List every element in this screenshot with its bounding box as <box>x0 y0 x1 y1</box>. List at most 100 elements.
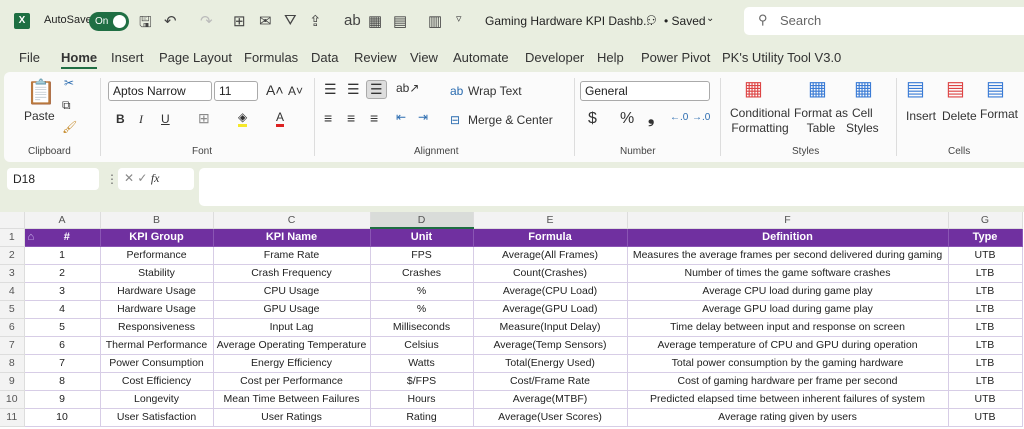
cell[interactable]: Watts <box>370 354 474 373</box>
cell[interactable]: Hardware Usage <box>100 300 214 319</box>
cell[interactable]: 8 <box>24 372 101 391</box>
select-all-corner[interactable] <box>0 212 25 229</box>
cell[interactable]: Performance <box>100 246 214 265</box>
cell[interactable]: Input Lag <box>213 318 371 337</box>
cell[interactable]: Power Consumption <box>100 354 214 373</box>
format-button[interactable]: Format <box>980 107 1018 121</box>
cell[interactable]: Energy Efficiency <box>213 354 371 373</box>
chevron-down-icon[interactable]: ⌄ <box>706 13 714 24</box>
cell[interactable]: LTB <box>948 318 1023 337</box>
format-as-table-button[interactable]: Format as Table <box>794 106 848 136</box>
delete-button[interactable]: Delete <box>942 109 977 123</box>
cell[interactable]: LTB <box>948 372 1023 391</box>
fill-color-icon[interactable]: ◈ <box>238 110 248 127</box>
number-format-dropdown[interactable]: General <box>580 81 710 101</box>
column-header-e[interactable]: E <box>473 212 628 229</box>
row-header[interactable]: 10 <box>0 390 25 409</box>
header-cell-unit[interactable]: Unit <box>370 228 474 247</box>
cell[interactable]: Average(MTBF) <box>473 390 628 409</box>
font-size-dropdown[interactable]: 11 <box>214 81 258 101</box>
cell[interactable]: Count(Crashes) <box>473 264 628 283</box>
cell[interactable]: FPS <box>370 246 474 265</box>
cell[interactable]: UTB <box>948 390 1023 409</box>
tab-formulas[interactable]: Formulas <box>244 50 298 65</box>
cell[interactable]: % <box>370 300 474 319</box>
calc-icon[interactable]: ▥ <box>428 12 442 30</box>
cell[interactable]: Hardware Usage <box>100 282 214 301</box>
cell-styles-button[interactable]: Cell Styles <box>846 106 879 136</box>
cell[interactable]: Responsiveness <box>100 318 214 337</box>
conditional-formatting-button[interactable]: Conditional Formatting <box>730 106 790 136</box>
cell[interactable]: 4 <box>24 300 101 319</box>
cell[interactable]: Average temperature of CPU and GPU durin… <box>627 336 949 355</box>
row-header[interactable]: 3 <box>0 264 25 283</box>
tab-home[interactable]: Home <box>61 50 98 69</box>
redo-icon[interactable]: ↷ <box>200 12 213 30</box>
autosave-toggle[interactable]: On <box>89 12 129 31</box>
cell[interactable]: Rating <box>370 408 474 427</box>
row-header[interactable]: 9 <box>0 372 25 391</box>
cell[interactable]: Celsius <box>370 336 474 355</box>
borders-icon[interactable]: ⊞ <box>198 110 210 127</box>
cell[interactable]: Average CPU load during game play <box>627 282 949 301</box>
column-header-d[interactable]: D <box>370 212 474 229</box>
italic-button[interactable]: I <box>139 112 143 127</box>
cell[interactable]: Total power consumption by the gaming ha… <box>627 354 949 373</box>
cell[interactable]: CPU Usage <box>213 282 371 301</box>
cancel-icon[interactable]: ✕ <box>124 171 134 185</box>
filter-icon[interactable]: ⛛ <box>284 12 297 29</box>
underline-button[interactable]: U <box>161 112 170 126</box>
search-input[interactable]: ⚲ Search <box>744 7 1024 35</box>
cell[interactable]: Milliseconds <box>370 318 474 337</box>
row-header[interactable]: 7 <box>0 336 25 355</box>
column-header-b[interactable]: B <box>100 212 214 229</box>
cell[interactable]: Average(Temp Sensors) <box>473 336 628 355</box>
tab-review[interactable]: Review <box>354 50 397 65</box>
cut-icon[interactable]: ✂ <box>64 76 74 90</box>
increase-indent-icon[interactable]: ⇥ <box>418 110 428 124</box>
cell[interactable]: Average(CPU Load) <box>473 282 628 301</box>
cell[interactable]: Mean Time Between Failures <box>213 390 371 409</box>
cell[interactable]: LTB <box>948 354 1023 373</box>
cell[interactable]: GPU Usage <box>213 300 371 319</box>
insert-button[interactable]: Insert <box>906 109 936 123</box>
cell[interactable]: 3 <box>24 282 101 301</box>
tab-insert[interactable]: Insert <box>111 50 144 65</box>
cell[interactable]: Average(GPU Load) <box>473 300 628 319</box>
formula-input[interactable] <box>199 168 1024 206</box>
cell[interactable]: User Satisfaction <box>100 408 214 427</box>
row-header[interactable]: 5 <box>0 300 25 319</box>
cell[interactable]: Average Operating Temperature <box>213 336 371 355</box>
cell[interactable]: Crashes <box>370 264 474 283</box>
format-painter-icon[interactable]: 🖌 <box>62 120 77 134</box>
wrap-text-button[interactable]: Wrap Text <box>468 84 522 98</box>
tab-pk-utility[interactable]: PK's Utility Tool V3.0 <box>722 50 841 65</box>
tab-page-layout[interactable]: Page Layout <box>159 50 232 65</box>
cell[interactable]: Time delay between input and response on… <box>627 318 949 337</box>
cell[interactable]: 9 <box>24 390 101 409</box>
column-header-g[interactable]: G <box>948 212 1023 229</box>
bold-button[interactable]: B <box>116 112 125 126</box>
copy-icon[interactable]: ⧉ <box>62 98 71 113</box>
cell[interactable]: Predicted elapsed time between inherent … <box>627 390 949 409</box>
tab-developer[interactable]: Developer <box>525 50 584 65</box>
align-bottom-icon[interactable]: ☰ <box>366 80 387 99</box>
row-header[interactable]: 4 <box>0 282 25 301</box>
row-header[interactable]: 1 <box>0 228 25 247</box>
cell[interactable]: Total(Energy Used) <box>473 354 628 373</box>
cell[interactable]: Frame Rate <box>213 246 371 265</box>
header-cell-formula[interactable]: Formula <box>473 228 628 247</box>
decrease-indent-icon[interactable]: ⇤ <box>396 110 406 124</box>
cell[interactable]: LTB <box>948 300 1023 319</box>
column-header-f[interactable]: F <box>627 212 949 229</box>
tab-automate[interactable]: Automate <box>453 50 509 65</box>
cell[interactable]: $/FPS <box>370 372 474 391</box>
name-box[interactable]: D18 <box>7 168 99 190</box>
enter-icon[interactable]: ✓ <box>137 171 147 185</box>
align-right-icon[interactable]: ≡ <box>370 110 378 126</box>
currency-button[interactable]: $ <box>588 110 597 128</box>
cell[interactable]: Average rating given by users <box>627 408 949 427</box>
tab-file[interactable]: File <box>19 50 40 65</box>
borders-icon[interactable]: ⊞ <box>233 12 246 30</box>
increase-decimal-icon[interactable]: ←.0 <box>670 112 688 123</box>
